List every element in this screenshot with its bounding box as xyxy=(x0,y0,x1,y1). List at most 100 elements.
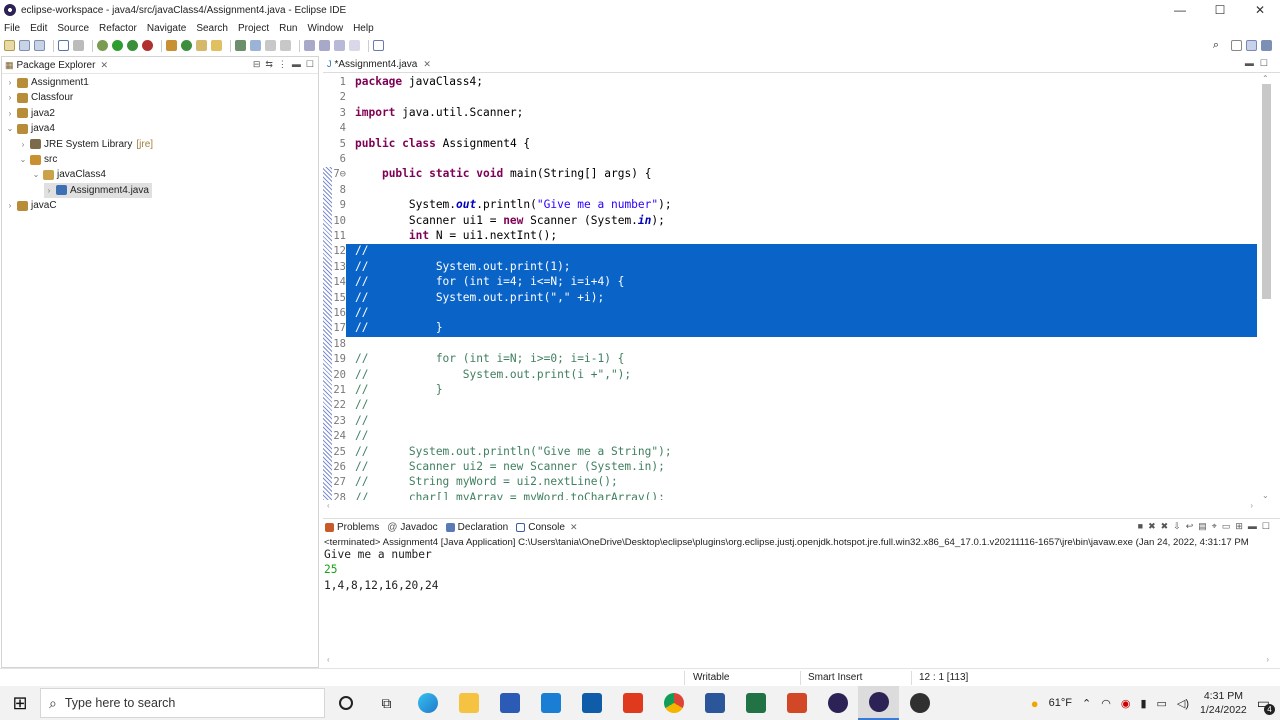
weather-temp[interactable]: 61°F xyxy=(1049,697,1072,709)
tree-item[interactable]: › JRE System Library [jre] xyxy=(18,137,153,152)
word-icon[interactable] xyxy=(694,686,735,720)
chevron-right-icon[interactable]: › xyxy=(5,201,15,210)
toggle-mark-occurrences-icon[interactable] xyxy=(250,40,261,51)
editor-horizontal-scrollbar[interactable]: ‹ › xyxy=(323,501,1257,512)
skip-breakpoints-icon[interactable] xyxy=(73,40,84,51)
code-line[interactable]: 28 // char[] myArray = myWord.toCharArray… xyxy=(332,491,1257,500)
code-line[interactable]: 9 System.out.println("Give me a number")… xyxy=(332,198,1257,213)
new-java-project-icon[interactable] xyxy=(166,40,177,51)
tab-javadoc[interactable]: @ Javadoc xyxy=(387,522,437,533)
java-perspective-icon[interactable] xyxy=(1261,40,1272,51)
code-line[interactable]: 20 // System.out.print(i +","); xyxy=(332,368,1257,383)
code-line[interactable]: 27 // String myWord = ui2.nextLine(); xyxy=(332,475,1257,490)
prev-edit-icon[interactable] xyxy=(319,40,330,51)
scroll-lock-icon[interactable]: ⇩ xyxy=(1173,521,1181,532)
maximize-button[interactable]: ☐ xyxy=(1200,0,1240,20)
file-explorer-icon[interactable] xyxy=(448,686,489,720)
external-tools-icon[interactable] xyxy=(142,40,153,51)
powerpoint-icon[interactable] xyxy=(776,686,817,720)
minimize-button[interactable]: — xyxy=(1160,0,1200,20)
editor-tab[interactable]: J *Assignment4.java ✕ xyxy=(327,59,431,70)
chevron-down-icon[interactable]: ⌄ xyxy=(31,170,41,179)
chevron-right-icon[interactable]: › xyxy=(44,186,54,195)
forward-icon[interactable] xyxy=(349,40,360,51)
code-line[interactable]: 16 // xyxy=(332,306,1257,322)
mail-icon[interactable] xyxy=(530,686,571,720)
pin-console-icon[interactable]: ⌖ xyxy=(1212,521,1217,532)
close-button[interactable]: ✕ xyxy=(1240,0,1280,20)
menu-project[interactable]: Project xyxy=(238,23,269,34)
notification-icon[interactable]: ▭ 4 xyxy=(1257,695,1275,715)
save-icon[interactable] xyxy=(19,40,30,51)
tree-item[interactable]: › Assignment4.java xyxy=(44,182,152,198)
tree-item[interactable]: › Classfour xyxy=(5,90,74,105)
tree-item[interactable]: › Assignment1 xyxy=(5,75,89,90)
code-line[interactable]: 19 // for (int i=N; i>=0; i=i-1) { xyxy=(332,352,1257,367)
volume-icon[interactable]: ◁) xyxy=(1177,697,1189,710)
minimize-view-icon[interactable]: ▬ xyxy=(292,59,301,70)
chevron-up-icon[interactable]: ⌃ xyxy=(1082,697,1091,710)
tree-item[interactable]: ⌄ src xyxy=(18,152,58,167)
editor-vertical-scrollbar[interactable]: ⌃ ⌄ xyxy=(1260,74,1272,500)
code-line[interactable]: 10 Scanner ui1 = new Scanner (System.in)… xyxy=(332,214,1257,229)
back-icon[interactable] xyxy=(334,40,345,51)
taskbar-search-box[interactable]: ⌕ Type here to search xyxy=(40,688,325,718)
code-line[interactable]: 21 // } xyxy=(332,383,1257,398)
code-line[interactable]: 11 int N = ui1.nextInt(); xyxy=(332,229,1257,244)
obs-icon[interactable] xyxy=(899,686,940,720)
code-line[interactable]: 24 // xyxy=(332,429,1257,444)
chevron-down-icon[interactable]: ⌄ xyxy=(5,124,15,133)
tree-item[interactable]: ⌄ java4 xyxy=(5,121,55,136)
pin-editor-icon[interactable] xyxy=(373,40,384,51)
code-line[interactable]: 18 xyxy=(332,337,1257,352)
task-view-icon[interactable]: ⧉ xyxy=(366,686,407,720)
view-menu-icon[interactable]: ⋮ xyxy=(278,59,287,70)
open-console-icon[interactable]: ⊞ xyxy=(1235,521,1243,532)
tree-item[interactable]: › javaC xyxy=(5,198,57,213)
minimize-view-icon[interactable]: ▬ xyxy=(1248,521,1257,532)
code-line[interactable]: 8 xyxy=(332,183,1257,198)
editor-gutter[interactable] xyxy=(323,74,332,500)
tab-declaration[interactable]: Declaration xyxy=(445,522,508,533)
cortana-icon[interactable] xyxy=(325,686,366,720)
chevron-right-icon[interactable]: › xyxy=(18,140,28,149)
open-type-icon[interactable] xyxy=(196,40,207,51)
tab-problems[interactable]: Problems xyxy=(325,522,379,533)
new-class-icon[interactable] xyxy=(181,40,192,51)
maximize-view-icon[interactable]: ☐ xyxy=(306,59,314,70)
console-horizontal-scrollbar[interactable]: ‹ › xyxy=(323,655,1273,665)
code-line[interactable]: 13 // System.out.print(1); xyxy=(332,259,1257,276)
calculator-icon[interactable] xyxy=(571,686,612,720)
code-line[interactable]: 12 // xyxy=(332,244,1257,260)
menu-source[interactable]: Source xyxy=(57,23,89,34)
code-line[interactable]: 23 // xyxy=(332,414,1257,429)
minimize-view-icon[interactable]: ▬ xyxy=(1245,58,1254,69)
battery-icon[interactable]: ▭ xyxy=(1157,697,1167,710)
weather-icon[interactable]: ● xyxy=(1031,696,1039,711)
run-icon[interactable] xyxy=(112,40,123,51)
code-line[interactable]: 6 xyxy=(332,152,1257,167)
code-line[interactable]: 15 // System.out.print("," +i); xyxy=(332,290,1257,306)
chevron-right-icon[interactable]: › xyxy=(5,78,15,87)
menu-refactor[interactable]: Refactor xyxy=(99,23,137,34)
java-ee-perspective-icon[interactable] xyxy=(1246,40,1257,51)
close-icon[interactable]: ✕ xyxy=(100,60,108,71)
word-wrap-icon[interactable]: ↩ xyxy=(1186,521,1194,532)
code-line[interactable]: 22 // xyxy=(332,398,1257,413)
link-editor-icon[interactable]: ⇆ xyxy=(265,59,273,70)
store-icon[interactable] xyxy=(489,686,530,720)
close-icon[interactable]: ✕ xyxy=(423,59,431,70)
remove-launch-icon[interactable]: ✖ xyxy=(1148,521,1156,532)
windows-start-icon[interactable]: ⊞ xyxy=(0,693,40,714)
new-icon[interactable] xyxy=(4,40,15,51)
code-line[interactable]: 4 xyxy=(332,121,1257,136)
next-edit-icon[interactable] xyxy=(304,40,315,51)
code-line[interactable]: 2 xyxy=(332,90,1257,105)
code-line[interactable]: 26 // Scanner ui2 = new Scanner (System.i… xyxy=(332,460,1257,475)
taskbar-clock[interactable]: 4:31 PM 1/24/2022 xyxy=(1200,689,1247,717)
maximize-view-icon[interactable]: ☐ xyxy=(1262,521,1270,532)
maximize-view-icon[interactable]: ☐ xyxy=(1260,58,1268,69)
edge-icon[interactable] xyxy=(407,686,448,720)
display-console-icon[interactable]: ▭ xyxy=(1222,521,1231,532)
antivirus-icon[interactable]: ◉ xyxy=(1121,697,1131,710)
